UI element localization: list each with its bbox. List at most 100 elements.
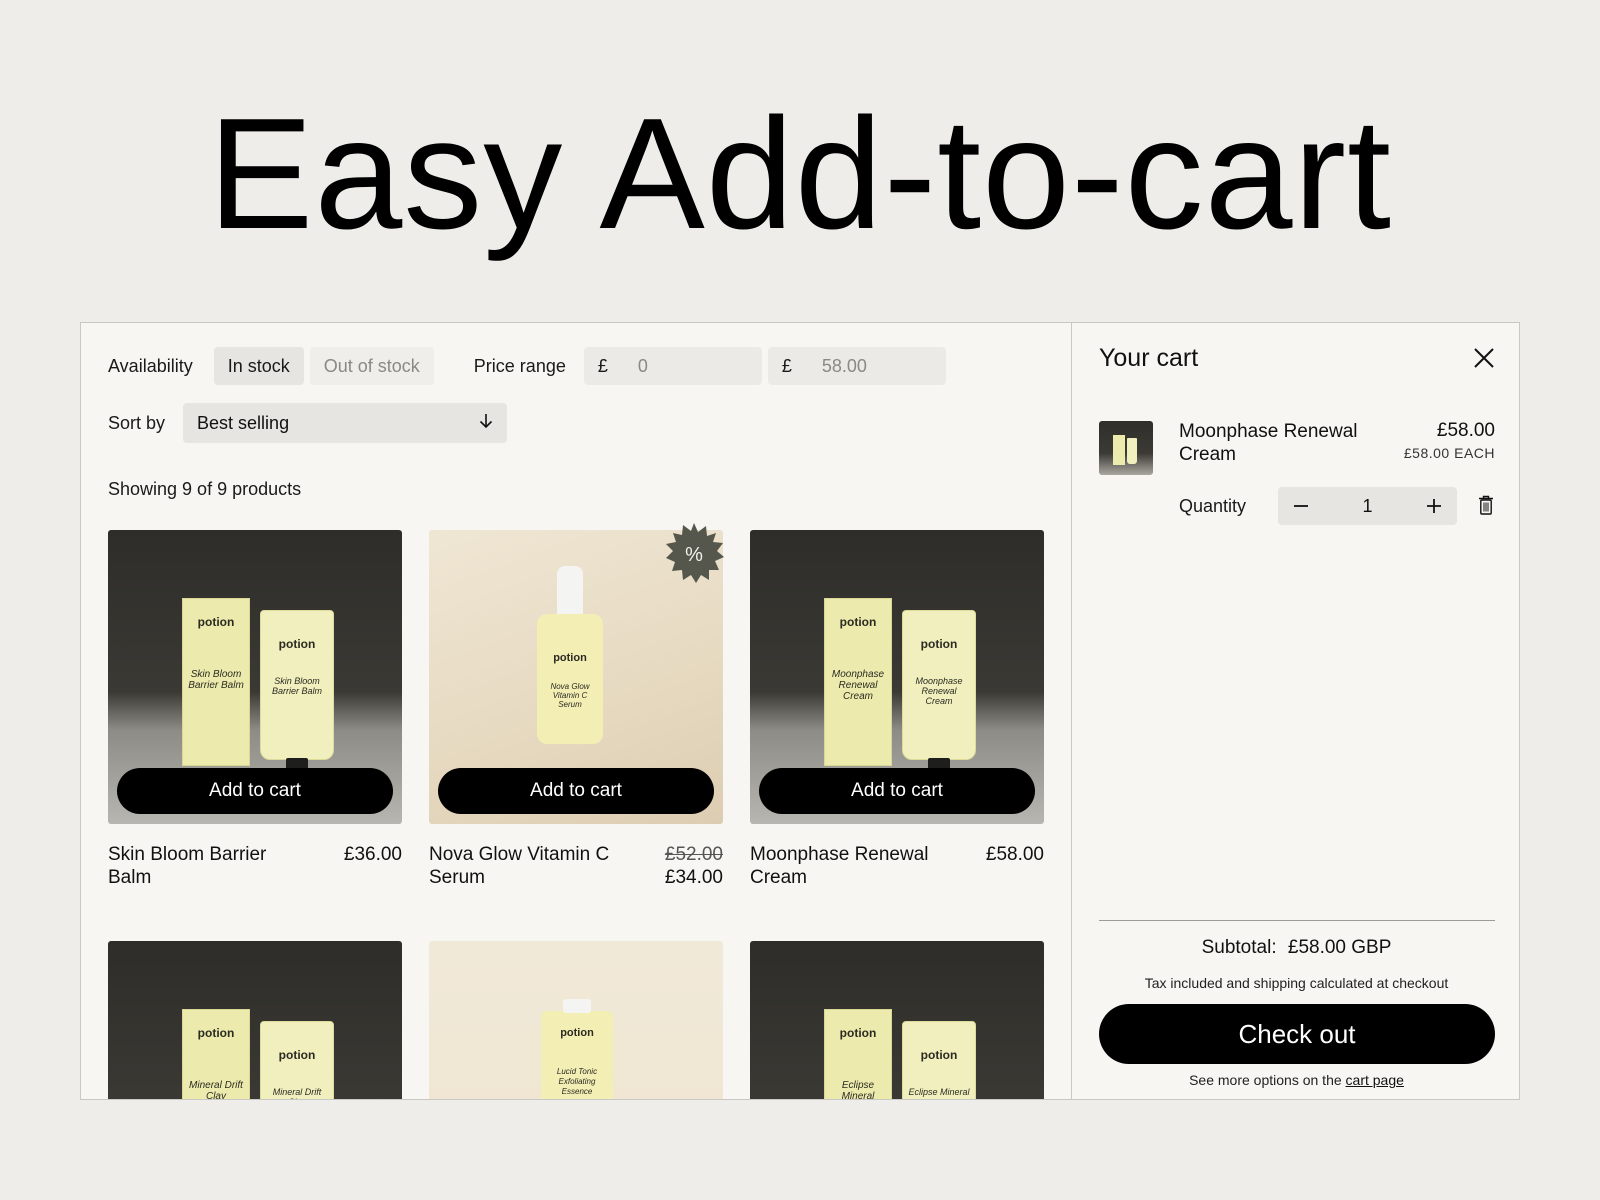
- brand-logo: potion: [278, 637, 316, 651]
- thumb-box: [1113, 435, 1125, 465]
- brand-logo: potion: [920, 1048, 958, 1062]
- product-price: £58.00: [985, 844, 1044, 865]
- box-label: Eclipse Mineral: [841, 1080, 875, 1100]
- box-label: Moonphase Renewal Cream: [831, 669, 885, 702]
- out-of-stock-filter[interactable]: Out of stock: [309, 347, 434, 385]
- product-box: potion Mineral Drift Clay: [182, 1009, 250, 1100]
- sort-row: Sort by Best selling: [108, 403, 508, 443]
- cart-item-name[interactable]: Moonphase Renewal Cream: [1179, 420, 1379, 466]
- product-grid: potion Skin Bloom Barrier Balm potion Sk…: [108, 523, 1048, 1100]
- price-max-field[interactable]: £ 58.00: [767, 347, 946, 385]
- product-image[interactable]: potion Lucid Tonic Exfoliating Essence: [429, 941, 723, 1099]
- dropper-top: [557, 566, 583, 616]
- sort-label: Sort by: [108, 412, 166, 433]
- product-card[interactable]: potion Moonphase Renewal Cream potion Mo…: [750, 530, 1044, 889]
- product-image[interactable]: potion Skin Bloom Barrier Balm potion Sk…: [108, 530, 402, 824]
- product-title[interactable]: Nova Glow Vitamin C Serum: [429, 843, 619, 889]
- in-stock-filter[interactable]: In stock: [213, 347, 304, 385]
- product-image[interactable]: potion Mineral Drift Clay potion Mineral…: [108, 941, 402, 1100]
- price-min-value: 0: [637, 355, 648, 376]
- cart-item-thumbnail[interactable]: [1099, 421, 1153, 475]
- add-to-cart-button[interactable]: Add to cart: [759, 768, 1035, 814]
- product-tube: potion Moonphase Renewal Cream: [902, 610, 976, 760]
- product-box: potion Skin Bloom Barrier Balm: [182, 598, 250, 766]
- product-image[interactable]: potion Moonphase Renewal Cream potion Mo…: [750, 530, 1044, 824]
- checkout-button[interactable]: Check out: [1099, 1004, 1495, 1064]
- product-tube: potion Eclipse Mineral: [902, 1021, 976, 1099]
- brand-logo: potion: [197, 615, 235, 629]
- product-title[interactable]: Moonphase Renewal Cream: [750, 843, 940, 889]
- product-meta: Nova Glow Vitamin C Serum £52.00 £34.00: [429, 843, 723, 889]
- sale-badge-icon: %: [666, 523, 724, 583]
- add-to-cart-button[interactable]: Add to cart: [117, 768, 393, 814]
- product-box: potion Eclipse Mineral: [824, 1009, 892, 1100]
- brand-logo: potion: [839, 615, 877, 629]
- subtotal-label: Subtotal:: [1201, 937, 1277, 958]
- cart-page-link[interactable]: cart page: [1346, 1072, 1404, 1088]
- product-tube: potion Skin Bloom Barrier Balm: [260, 610, 334, 760]
- product-title[interactable]: Skin Bloom Barrier Balm: [108, 843, 298, 889]
- tube-label: Skin Bloom Barrier Balm: [271, 676, 322, 696]
- cart-title: Your cart: [1099, 344, 1199, 372]
- bottle-label: Nova Glow Vitamin C Serum: [550, 682, 590, 709]
- brand-logo: potion: [560, 1027, 594, 1039]
- cart-item-price: £58.00: [1436, 420, 1495, 441]
- price-min-field[interactable]: £ 0: [583, 347, 762, 385]
- brand-logo: potion: [920, 637, 958, 651]
- subtotal: Subtotal: £58.00 GBP: [1072, 937, 1519, 959]
- availability-label: Availability: [108, 355, 193, 376]
- quantity-value[interactable]: 1: [1362, 496, 1372, 517]
- product-meta: Moonphase Renewal Cream £58.00: [750, 843, 1044, 889]
- sale-price: £34.00: [664, 867, 723, 888]
- product-price: £36.00: [343, 844, 402, 865]
- product-card[interactable]: potion Mineral Drift Clay potion Mineral…: [108, 941, 402, 1100]
- more-options-text: See more options on the: [1189, 1072, 1342, 1088]
- product-card[interactable]: potion Lucid Tonic Exfoliating Essence: [429, 941, 723, 1099]
- tube-label: Mineral Drift Clay: [272, 1087, 322, 1099]
- brand-logo: potion: [553, 652, 587, 664]
- plus-icon[interactable]: [1423, 495, 1445, 517]
- price-max-value: 58.00: [821, 355, 867, 376]
- box-label: Skin Bloom Barrier Balm: [188, 669, 244, 691]
- bottle-cap: [563, 999, 591, 1013]
- tube-label: Moonphase Renewal Cream: [915, 676, 963, 706]
- brand-logo: potion: [278, 1048, 316, 1062]
- sort-select[interactable]: Best selling: [183, 403, 508, 443]
- arrow-down-icon: [479, 413, 493, 434]
- collection-panel: Availability In stock Out of stock Price…: [81, 323, 1071, 1100]
- more-options: See more options on the cart page: [1072, 1072, 1519, 1088]
- tax-note: Tax included and shipping calculated at …: [1144, 975, 1449, 991]
- currency-symbol: £: [597, 355, 608, 376]
- minus-icon[interactable]: [1290, 495, 1312, 517]
- product-card[interactable]: potion Eclipse Mineral potion Eclipse Mi…: [750, 941, 1044, 1100]
- trash-icon[interactable]: [1478, 495, 1494, 515]
- sort-value: Best selling: [197, 412, 290, 433]
- product-card[interactable]: potion Nova Glow Vitamin C Serum Add to …: [429, 523, 724, 889]
- cart-drawer: Your cart Moonphase Renewal Cream £58.00…: [1071, 323, 1519, 1099]
- add-to-cart-button[interactable]: Add to cart: [438, 768, 714, 814]
- price-range-label: Price range: [473, 355, 566, 376]
- box-label: Mineral Drift Clay: [189, 1080, 243, 1100]
- price-block: £52.00 £34.00: [665, 843, 723, 889]
- compare-price: £52.00: [664, 844, 723, 865]
- subtotal-value: £58.00 GBP: [1287, 937, 1392, 958]
- product-meta: Skin Bloom Barrier Balm £36.00: [108, 843, 402, 889]
- cart-divider: [1099, 920, 1495, 921]
- sale-badge-label: %: [685, 544, 703, 566]
- cart-item-unit-price: £58.00 EACH: [1403, 445, 1495, 461]
- brand-logo: potion: [839, 1026, 877, 1040]
- toner-bottle: potion Lucid Tonic Exfoliating Essence: [541, 1011, 613, 1099]
- currency-symbol: £: [781, 355, 792, 376]
- bottle-label: Lucid Tonic Exfoliating Essence: [556, 1067, 598, 1096]
- close-icon[interactable]: [1473, 347, 1495, 369]
- quantity-label: Quantity: [1179, 496, 1247, 516]
- thumb-tube: [1127, 438, 1137, 464]
- store-window: Availability In stock Out of stock Price…: [80, 322, 1520, 1100]
- product-tube: potion Mineral Drift Clay: [260, 1021, 334, 1099]
- product-count: Showing 9 of 9 products: [108, 479, 302, 499]
- product-box: potion Moonphase Renewal Cream: [824, 598, 892, 766]
- filters-row: Availability In stock Out of stock Price…: [108, 346, 946, 386]
- product-card[interactable]: potion Skin Bloom Barrier Balm potion Sk…: [108, 530, 402, 889]
- quantity-stepper: 1: [1278, 487, 1457, 525]
- product-image[interactable]: potion Eclipse Mineral potion Eclipse Mi…: [750, 941, 1044, 1100]
